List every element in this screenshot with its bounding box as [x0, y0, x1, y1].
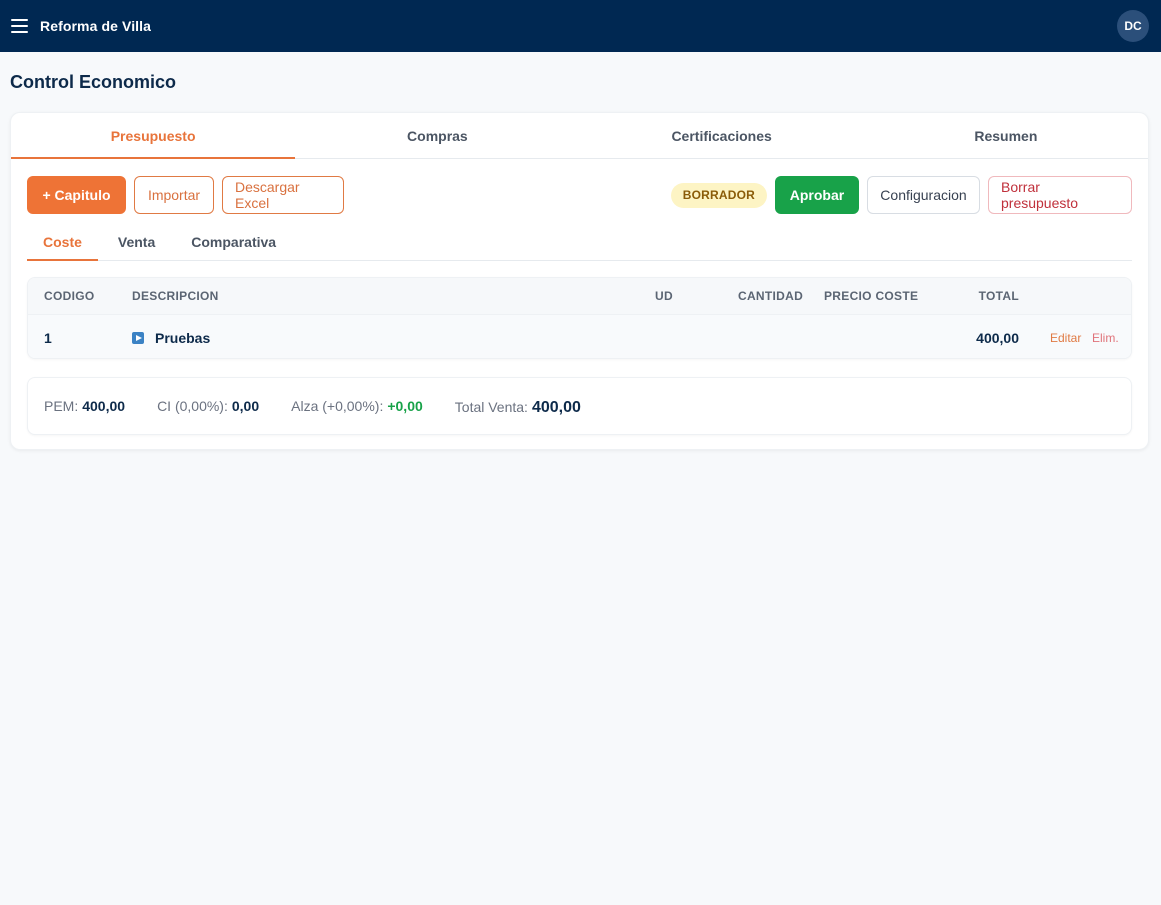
- sub-tabs: Coste Venta Comparativa: [27, 224, 1132, 261]
- pem-label: PEM:: [44, 398, 79, 414]
- budget-table: CODIGO DESCRIPCION UD CANTIDAD PRECIO CO…: [27, 277, 1132, 359]
- alza-label: Alza (+0,00%):: [291, 398, 384, 414]
- main-card: Presupuesto Compras Certificaciones Resu…: [10, 112, 1149, 450]
- tab-compras[interactable]: Compras: [295, 113, 579, 158]
- edit-link[interactable]: Editar: [1050, 315, 1081, 358]
- tab-presupuesto[interactable]: Presupuesto: [11, 113, 296, 159]
- toolbar: + Capitulo Importar Descargar Excel BORR…: [27, 176, 1132, 214]
- summary-total: Total Venta: 400,00: [455, 399, 581, 417]
- hamburger-icon[interactable]: [11, 19, 28, 33]
- app-title: Reforma de Villa: [40, 18, 152, 34]
- summary-pem: PEM: 400,00: [44, 398, 125, 414]
- avatar[interactable]: DC: [1117, 10, 1149, 42]
- add-chapter-button[interactable]: + Capitulo: [27, 176, 126, 214]
- alza-value: +0,00: [387, 398, 423, 414]
- page-title: Control Economico: [10, 72, 176, 92]
- col-total: TOTAL: [978, 289, 1019, 303]
- total-venta-value: 400,00: [531, 399, 581, 416]
- row-total: 400,00: [976, 329, 1019, 346]
- col-cantidad: CANTIDAD: [738, 289, 804, 303]
- row-description-label: Pruebas: [155, 329, 211, 346]
- subtab-coste[interactable]: Coste: [27, 224, 98, 261]
- ci-value: 0,00: [231, 398, 260, 414]
- col-descripcion: DESCRIPCION: [132, 289, 219, 303]
- summary-alza: Alza (+0,00%): +0,00: [291, 398, 423, 414]
- pem-value: 400,00: [82, 398, 126, 414]
- summary-ci: CI (0,00%): 0,00: [157, 398, 259, 414]
- main-tabs: Presupuesto Compras Certificaciones Resu…: [11, 113, 1148, 159]
- subtab-venta[interactable]: Venta: [102, 224, 171, 260]
- col-ud: UD: [655, 289, 673, 303]
- download-excel-button[interactable]: Descargar Excel: [222, 176, 344, 214]
- expand-icon[interactable]: [132, 331, 144, 344]
- table-header: CODIGO DESCRIPCION UD CANTIDAD PRECIO CO…: [28, 278, 1131, 315]
- import-button[interactable]: Importar: [134, 176, 214, 214]
- tab-certificaciones[interactable]: Certificaciones: [580, 113, 864, 158]
- row-code: 1: [44, 329, 52, 346]
- delete-budget-button[interactable]: Borrar presupuesto: [988, 176, 1132, 214]
- total-venta-label: Total Venta:: [454, 399, 528, 415]
- subtab-comparativa[interactable]: Comparativa: [175, 224, 292, 260]
- row-description[interactable]: Pruebas: [132, 315, 211, 358]
- col-precio-coste: PRECIO COSTE: [824, 289, 919, 303]
- table-row[interactable]: 1 Pruebas 400,00 Editar Elim.: [28, 315, 1131, 358]
- config-button[interactable]: Configuracion: [867, 176, 980, 214]
- top-bar: Reforma de Villa DC: [0, 0, 1161, 52]
- approve-button[interactable]: Aprobar: [775, 176, 859, 214]
- col-codigo: CODIGO: [44, 289, 95, 303]
- delete-link[interactable]: Elim.: [1092, 315, 1119, 358]
- status-badge: BORRADOR: [670, 182, 767, 208]
- ci-label: CI (0,00%):: [157, 398, 228, 414]
- summary-bar: PEM: 400,00 CI (0,00%): 0,00 Alza (+0,00…: [27, 377, 1132, 435]
- tab-resumen[interactable]: Resumen: [864, 113, 1148, 158]
